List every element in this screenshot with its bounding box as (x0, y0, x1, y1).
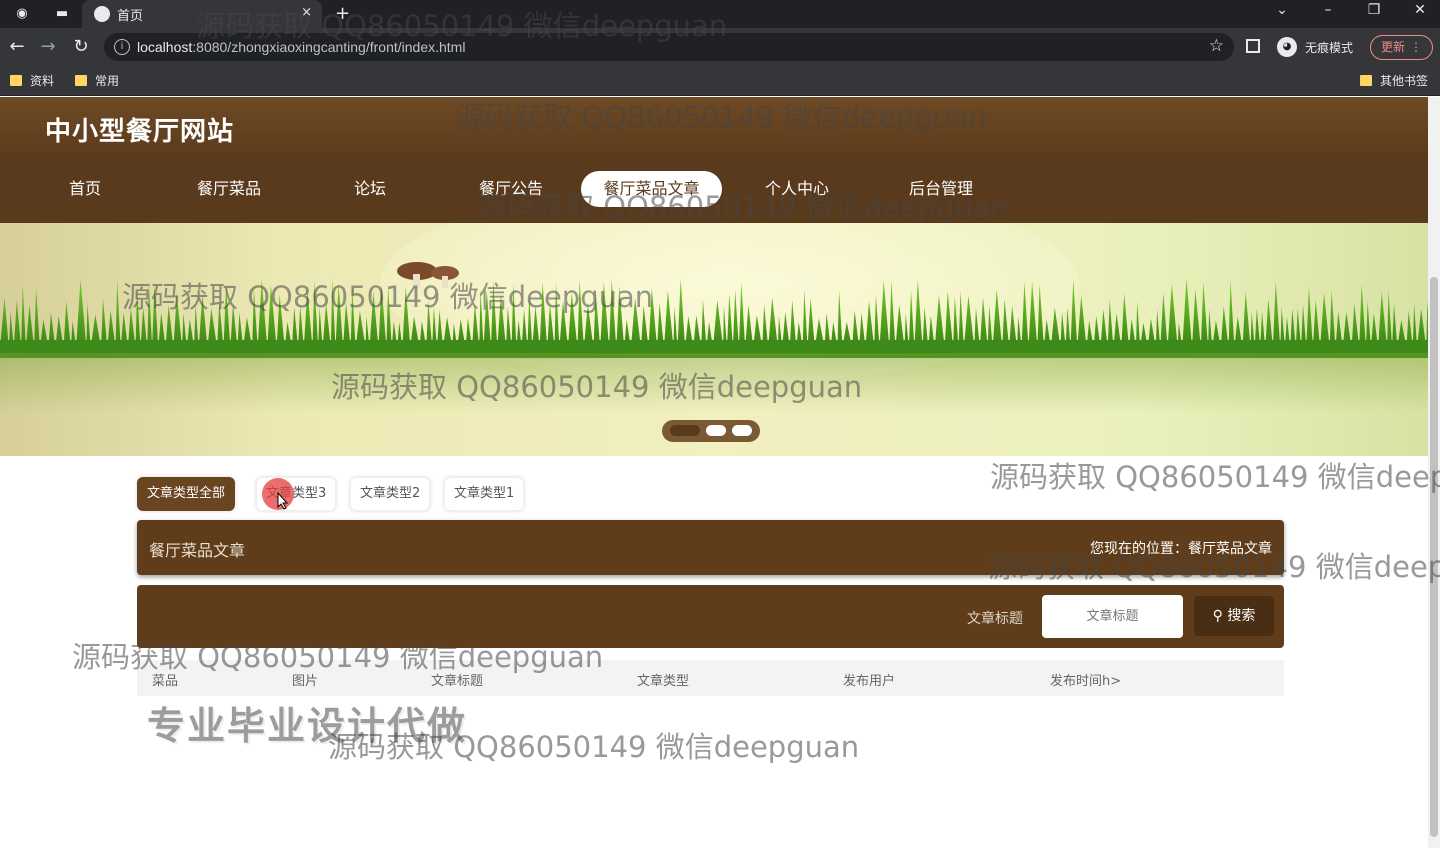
filter-all[interactable]: 文章类型全部 (137, 477, 236, 511)
browser-menu-icon[interactable]: ◉ (12, 4, 32, 24)
more-menu-icon[interactable]: ⋮ (1410, 36, 1422, 59)
site-title: 中小型餐厅网站 (45, 117, 235, 147)
carousel-indicators (662, 420, 760, 442)
column-header-time: 发布时间h> (1050, 674, 1122, 689)
search-panel: 文章标题 ⚲ 搜索 (137, 585, 1284, 648)
address-bar[interactable]: i localhost:8080/zhongxiaoxingcanting/fr… (104, 33, 1234, 61)
site-header: 中小型餐厅网站 (0, 97, 1428, 159)
nav-announcements[interactable]: 餐厅公告 (462, 171, 560, 207)
column-header-title: 文章标题 (431, 674, 484, 689)
main-nav: 首页 餐厅菜品 论坛 餐厅公告 餐厅菜品文章 个人中心 后台管理 (0, 159, 1428, 223)
nav-dishes[interactable]: 餐厅菜品 (180, 171, 278, 207)
nav-admin[interactable]: 后台管理 (892, 171, 990, 207)
close-window-icon[interactable]: ✕ (1408, 2, 1432, 18)
search-icon: ⚲ (1212, 608, 1223, 624)
grass-reflection (0, 353, 1428, 413)
tab-search-icon[interactable]: ▬ (52, 4, 72, 24)
carousel-dot-3[interactable] (732, 425, 752, 436)
article-title-search-input[interactable] (1042, 595, 1183, 638)
incognito-icon: ◕ (1277, 37, 1297, 57)
banner-carousel[interactable] (0, 223, 1428, 456)
bookmark-folder-changyong[interactable]: 常用 (75, 72, 119, 89)
column-header-user: 发布用户 (843, 674, 896, 689)
search-button-label: 搜索 (1227, 608, 1256, 624)
new-tab-button[interactable]: + (335, 3, 350, 24)
carousel-dot-1[interactable] (670, 425, 700, 436)
filter-type2[interactable]: 文章类型2 (350, 477, 431, 511)
reload-icon[interactable]: ↻ (70, 36, 92, 57)
column-header-type: 文章类型 (637, 674, 690, 689)
promo-overlay-text: 专业毕业设计代做 (147, 704, 468, 748)
bookmark-folder-ziliao[interactable]: 资料 (10, 72, 54, 89)
current-location: 您现在的位置：餐厅菜品文章 (1090, 541, 1272, 557)
side-panel-icon[interactable] (1246, 39, 1260, 53)
bookmark-folder-other[interactable]: 其他书签 (1360, 72, 1428, 89)
tab-title: 首页 (117, 9, 144, 24)
site-info-icon[interactable]: i (114, 39, 130, 55)
nav-forum[interactable]: 论坛 (335, 171, 405, 207)
globe-icon (94, 6, 110, 22)
breadcrumb: 餐厅菜品文章 您现在的位置：餐厅菜品文章 (137, 520, 1284, 575)
browser-tab-bar: ◉ ▬ 首页 × + ⌄ – ❐ ✕ (0, 0, 1440, 28)
grass-image (0, 278, 1428, 358)
url-text[interactable]: localhost:8080/zhongxiaoxingcanting/fron… (137, 39, 465, 55)
search-button[interactable]: ⚲ 搜索 (1194, 596, 1274, 636)
folder-icon (75, 75, 87, 86)
nav-home[interactable]: 首页 (50, 171, 120, 207)
forward-icon[interactable]: → (37, 36, 59, 57)
folder-icon (1360, 75, 1372, 86)
minimize-icon[interactable]: – (1316, 2, 1340, 18)
column-header-image: 图片 (292, 674, 319, 689)
section-title: 餐厅菜品文章 (149, 541, 246, 560)
page-scrollbar[interactable] (1428, 97, 1440, 848)
nav-personal-center[interactable]: 个人中心 (748, 171, 846, 207)
article-table-header: 菜品 图片 文章标题 文章类型 发布用户 发布时间h> (137, 660, 1284, 696)
back-icon[interactable]: ← (6, 36, 28, 57)
update-label: 更新 (1381, 40, 1406, 54)
mouse-cursor-icon (277, 492, 289, 510)
update-button[interactable]: 更新 ⋮ (1370, 35, 1433, 60)
bookmarks-bar: 资料 常用 其他书签 (0, 66, 1440, 96)
tab-list-chevron-icon[interactable]: ⌄ (1270, 2, 1294, 18)
browser-tab-home[interactable]: 首页 × (82, 0, 322, 28)
incognito-label: 无痕模式 (1305, 41, 1354, 55)
bookmark-star-icon[interactable]: ☆ (1209, 36, 1224, 56)
filter-type1[interactable]: 文章类型1 (444, 477, 525, 511)
carousel-dot-2[interactable] (706, 425, 726, 436)
incognito-indicator[interactable]: ◕ 无痕模式 (1275, 35, 1365, 59)
search-label: 文章标题 (967, 611, 1023, 627)
scrollbar-thumb[interactable] (1430, 277, 1438, 837)
folder-icon (10, 75, 22, 86)
tab-close-icon[interactable]: × (301, 5, 312, 20)
browser-toolbar: ← → ↻ i localhost:8080/zhongxiaoxingcant… (0, 28, 1440, 66)
column-header-dish: 菜品 (152, 674, 179, 689)
nav-dish-articles[interactable]: 餐厅菜品文章 (581, 171, 722, 207)
restore-icon[interactable]: ❐ (1362, 2, 1386, 18)
page-viewport: 中小型餐厅网站 首页 餐厅菜品 论坛 餐厅公告 餐厅菜品文章 个人中心 后台管理 (0, 97, 1428, 848)
